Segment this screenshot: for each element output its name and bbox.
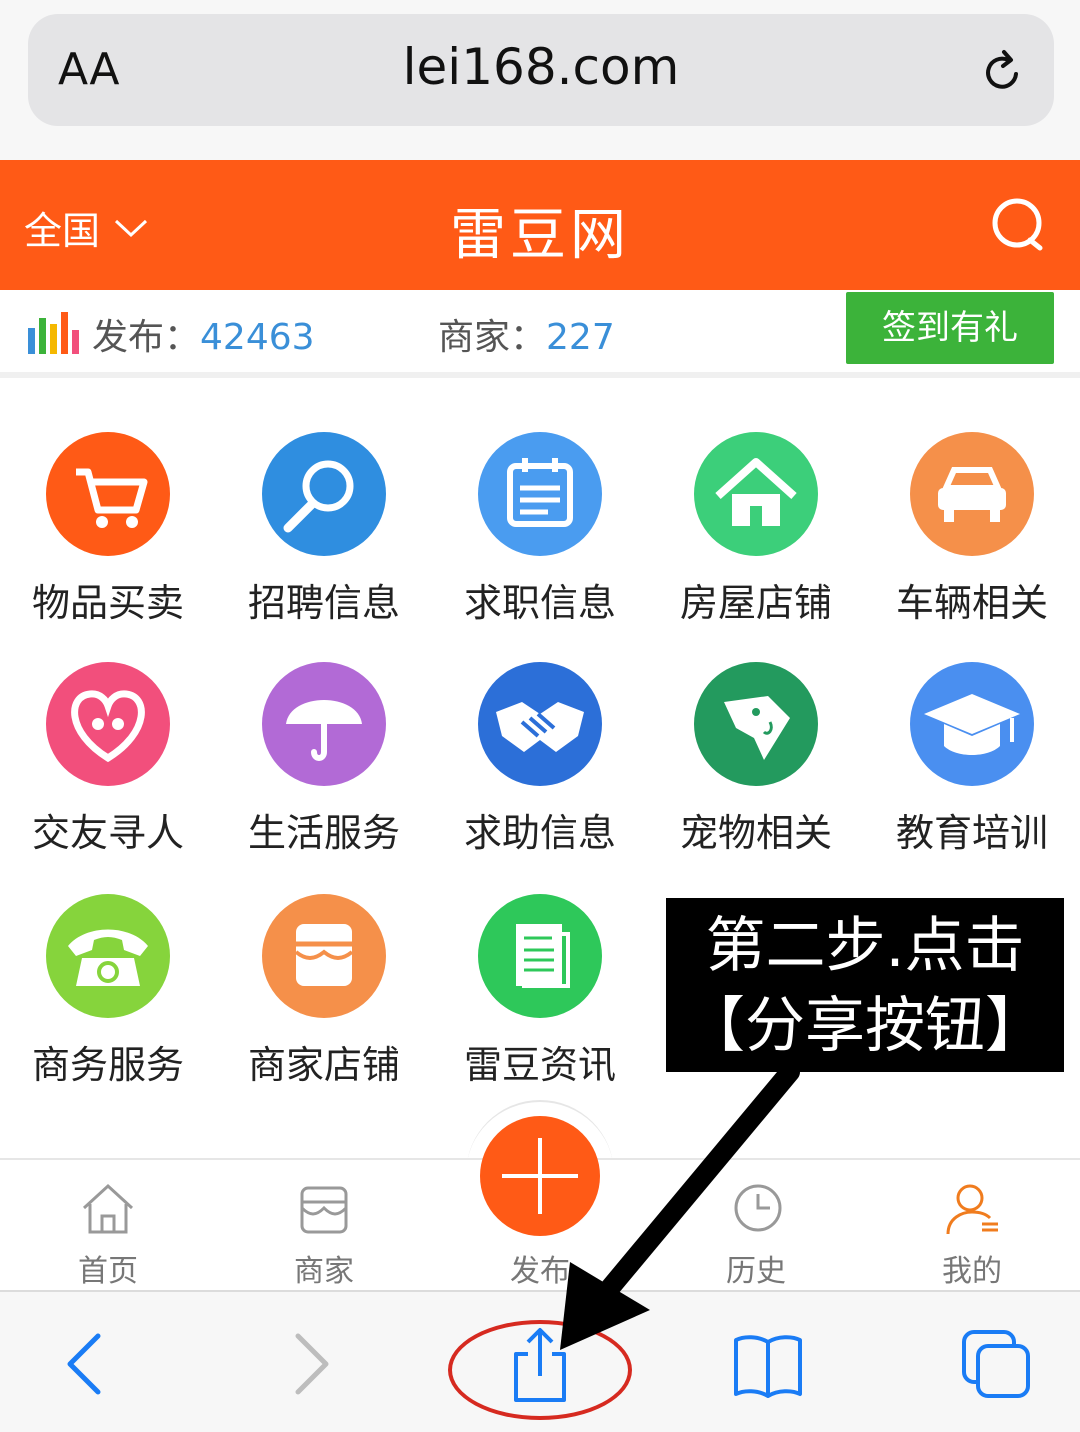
site-header: 全国 雷豆网: [0, 160, 1080, 290]
annotation-line-1: 第二步.点击: [705, 911, 1025, 981]
tab-history[interactable]: 历史: [648, 1160, 864, 1292]
user-icon: [946, 1184, 998, 1235]
annotation-line-2: 【分享按钮】: [685, 991, 1045, 1061]
category-item[interactable]: 商务服务: [0, 894, 216, 1089]
category-label: 教育培训: [895, 811, 1048, 855]
category-label: 求助信息: [463, 811, 616, 855]
clock-icon: [734, 1184, 782, 1232]
tab-label: 我的: [942, 1254, 1002, 1289]
stats-row: 发布：42463 商家：227 签到有礼: [0, 290, 1080, 378]
category-label: 交友寻人: [31, 811, 184, 855]
category-label: 商务服务: [31, 1043, 184, 1087]
site-title: 雷豆网: [450, 203, 630, 268]
category-label: 物品买卖: [31, 581, 184, 625]
tab-label: 商家: [294, 1254, 354, 1289]
category-label: 招聘信息: [247, 581, 400, 625]
category-item[interactable]: 商家店铺: [216, 894, 432, 1089]
news-icon: [478, 894, 602, 1018]
merchant-count: 商家：227: [438, 308, 615, 360]
category-item[interactable]: 物品买卖: [0, 432, 216, 627]
category-item[interactable]: 宠物相关: [648, 662, 864, 857]
category-label: 房屋店铺: [679, 581, 832, 625]
category-label: 商家店铺: [247, 1043, 400, 1087]
bar-chart-icon: [28, 312, 79, 354]
telephone-icon: [46, 894, 170, 1018]
house-icon: [694, 432, 818, 556]
magnifier-icon: [262, 432, 386, 556]
calendar-icon: [478, 432, 602, 556]
category-item[interactable]: 招聘信息: [216, 432, 432, 627]
store-icon: [300, 1186, 348, 1234]
category-label: 求职信息: [463, 581, 616, 625]
category-item[interactable]: 教育培训: [864, 662, 1080, 857]
category-item[interactable]: 求助信息: [432, 662, 648, 857]
url-text[interactable]: lei168.com: [28, 38, 1054, 96]
share-highlight-circle: [448, 1320, 632, 1420]
category-item[interactable]: 雷豆资讯: [432, 894, 648, 1089]
graduation-cap-icon: [910, 662, 1034, 786]
category-item[interactable]: 车辆相关: [864, 432, 1080, 627]
bookmarks-icon[interactable]: [728, 1324, 808, 1404]
signin-button[interactable]: 签到有礼: [846, 292, 1054, 364]
tab-home[interactable]: 首页: [0, 1160, 216, 1292]
car-icon: [910, 432, 1034, 556]
tabs-icon[interactable]: [956, 1324, 1036, 1404]
category-label: 车辆相关: [895, 581, 1048, 625]
tab-label: 首页: [78, 1254, 138, 1289]
merchant-label: 商家：: [438, 317, 547, 358]
category-item[interactable]: 房屋店铺: [648, 432, 864, 627]
merchant-value: 227: [546, 317, 615, 358]
storefront-icon: [262, 894, 386, 1018]
tab-mine[interactable]: 我的: [864, 1160, 1080, 1292]
category-label: 宠物相关: [679, 811, 832, 855]
plus-icon: [502, 1138, 578, 1214]
category-item[interactable]: 求职信息: [432, 432, 648, 627]
publish-button[interactable]: [480, 1116, 600, 1236]
category-item[interactable]: 交友寻人: [0, 662, 216, 857]
umbrella-icon: [262, 662, 386, 786]
tab-label: 历史: [726, 1254, 786, 1289]
tab-label: 发布: [510, 1254, 570, 1289]
browser-top-bar: AA lei168.com: [0, 0, 1080, 160]
publish-label: 发布：: [92, 317, 201, 358]
tutorial-annotation: 第二步.点击 【分享按钮】: [666, 898, 1064, 1072]
handshake-icon: [478, 662, 602, 786]
category-label: 雷豆资讯: [463, 1043, 616, 1087]
publish-count: 发布：42463: [92, 308, 315, 360]
forward-icon[interactable]: [272, 1324, 352, 1404]
tab-merchant[interactable]: 商家: [216, 1160, 432, 1292]
cart-icon: [46, 432, 170, 556]
publish-value: 42463: [200, 317, 315, 358]
category-item[interactable]: 生活服务: [216, 662, 432, 857]
home-icon: [82, 1183, 134, 1234]
address-bar[interactable]: AA lei168.com: [28, 14, 1054, 126]
category-label: 生活服务: [247, 811, 400, 855]
heart-icon: [46, 662, 170, 786]
dog-icon: [694, 662, 818, 786]
back-icon[interactable]: [44, 1324, 124, 1404]
search-icon[interactable]: [990, 196, 1048, 254]
reload-icon[interactable]: [978, 48, 1026, 96]
